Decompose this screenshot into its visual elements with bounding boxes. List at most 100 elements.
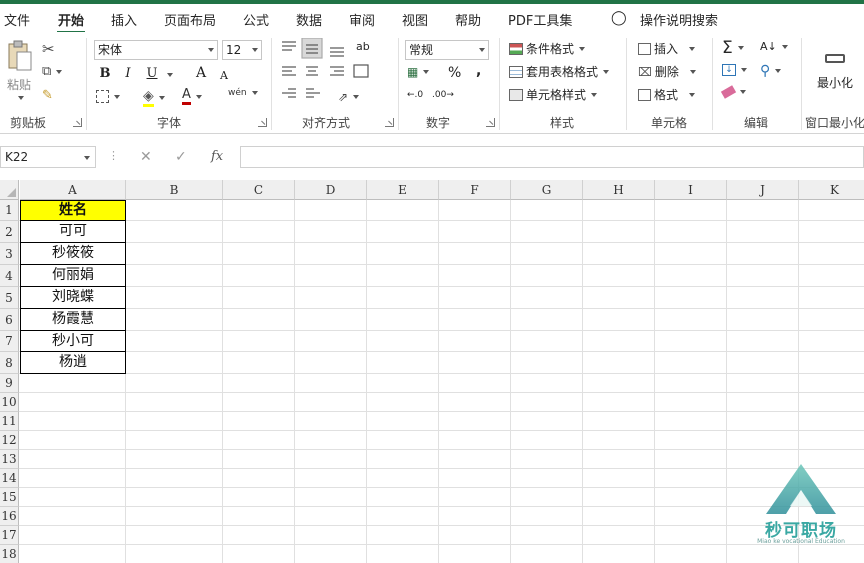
underline-dropdown-caret[interactable] <box>167 73 173 77</box>
alignment-launcher-icon[interactable] <box>385 118 394 127</box>
row-header-10[interactable]: 10 <box>0 393 19 412</box>
clipboard-launcher-icon[interactable] <box>73 118 82 127</box>
cell-a1-header[interactable]: 姓名 <box>20 200 126 221</box>
column-header-b[interactable]: B <box>126 180 223 200</box>
clear-button[interactable] <box>720 85 746 99</box>
tab-home[interactable]: 开始 <box>58 10 84 29</box>
comma-button[interactable]: , <box>476 63 481 79</box>
tab-pdf-tools[interactable]: PDF工具集 <box>508 10 572 29</box>
insert-cells-button[interactable]: 插入 <box>638 40 696 57</box>
number-launcher-icon[interactable] <box>486 118 495 127</box>
font-color-button[interactable]: A <box>182 88 202 105</box>
percent-button[interactable]: % <box>448 65 461 81</box>
row-header-4[interactable]: 4 <box>0 265 19 287</box>
number-format-select[interactable]: 常规 <box>405 40 489 60</box>
cell-styles-button[interactable]: 单元格样式 <box>509 86 598 103</box>
gridline <box>19 392 864 393</box>
column-header-k[interactable]: K <box>799 180 864 200</box>
row-header-5[interactable]: 5 <box>0 287 19 309</box>
column-header-j[interactable]: J <box>727 180 799 200</box>
tab-help[interactable]: 帮助 <box>455 10 481 29</box>
column-header-e[interactable]: E <box>367 180 439 200</box>
format-painter-button[interactable]: ✎ <box>42 88 53 103</box>
tab-page-layout[interactable]: 页面布局 <box>164 10 216 29</box>
fill-button[interactable]: ↓ <box>722 64 747 76</box>
font-size-select[interactable]: 12 <box>222 40 262 60</box>
name-cell[interactable]: 杨逍 <box>20 352 126 374</box>
row-header-9[interactable]: 9 <box>0 374 19 393</box>
name-box[interactable]: K22 <box>0 146 96 168</box>
wrap-text-button[interactable]: ab <box>356 40 370 53</box>
row-header-17[interactable]: 17 <box>0 526 19 545</box>
underline-button[interactable]: U <box>143 65 161 83</box>
eraser-icon <box>720 85 737 99</box>
tell-me-search[interactable]: 操作说明搜索 <box>640 10 718 29</box>
column-header-a[interactable]: A <box>20 180 126 200</box>
enter-icon[interactable]: ✓ <box>175 149 187 165</box>
row-header-16[interactable]: 16 <box>0 507 19 526</box>
insert-function-button[interactable]: fx <box>211 149 223 164</box>
cut-button[interactable]: ✂ <box>42 40 55 58</box>
row-header-12[interactable]: 12 <box>0 431 19 450</box>
phonetic-button[interactable]: wén <box>228 88 258 98</box>
column-header-d[interactable]: D <box>295 180 367 200</box>
sort-filter-button[interactable]: A↓ <box>760 40 788 53</box>
tab-formulas[interactable]: 公式 <box>243 10 269 29</box>
gridline <box>19 242 864 243</box>
fill-color-button[interactable]: ◈ <box>143 88 165 107</box>
tab-data[interactable]: 数据 <box>296 10 322 29</box>
copy-button[interactable]: ⧉ <box>42 64 63 79</box>
paste-button[interactable]: 粘贴 <box>4 38 36 108</box>
row-header-15[interactable]: 15 <box>0 488 19 507</box>
increase-decimal-button[interactable]: ←.0 <box>407 90 423 100</box>
tab-insert[interactable]: 插入 <box>111 10 137 29</box>
find-select-button[interactable]: ⚲ <box>760 63 782 79</box>
row-header-2[interactable]: 2 <box>0 221 19 243</box>
row-header-13[interactable]: 13 <box>0 450 19 469</box>
accounting-format-button[interactable]: ▦ <box>407 65 430 79</box>
row-header-6[interactable]: 6 <box>0 309 19 331</box>
name-cell[interactable]: 秒筱筱 <box>20 243 126 265</box>
divider <box>499 38 500 130</box>
row-header-11[interactable]: 11 <box>0 412 19 431</box>
formula-input[interactable] <box>240 146 864 168</box>
row-header-14[interactable]: 14 <box>0 469 19 488</box>
row-header-7[interactable]: 7 <box>0 331 19 352</box>
row-header-3[interactable]: 3 <box>0 243 19 265</box>
font-name-select[interactable]: 宋体 <box>94 40 218 60</box>
minimize-ribbon-button[interactable]: 最小化 <box>814 52 860 102</box>
font-launcher-icon[interactable] <box>258 118 267 127</box>
name-cell[interactable]: 秒小可 <box>20 331 126 352</box>
name-cell[interactable]: 何丽娟 <box>20 265 126 287</box>
tab-file[interactable]: 文件 <box>4 10 30 29</box>
format-cells-button[interactable]: 格式 <box>638 86 696 103</box>
column-header-h[interactable]: H <box>583 180 655 200</box>
format-as-table-button[interactable]: 套用表格格式 <box>509 63 610 80</box>
row-header-1[interactable]: 1 <box>0 200 19 221</box>
grow-font-button[interactable]: A <box>192 64 210 82</box>
worksheet-grid[interactable]: ABCDEFGHIJK 1 2 3 4 5 6 7 8 9 10 11 12 13 14 15 16 17 18 … <box>0 180 864 563</box>
autosum-button[interactable]: Σ <box>722 38 744 58</box>
italic-button[interactable]: I <box>119 65 137 83</box>
column-header-c[interactable]: C <box>223 180 295 200</box>
decrease-decimal-button[interactable]: .00→ <box>432 90 454 100</box>
conditional-formatting-button[interactable]: 条件格式 <box>509 40 586 57</box>
tab-view[interactable]: 视图 <box>402 10 428 29</box>
row-header-8[interactable]: 8 <box>0 352 19 374</box>
delete-cells-button[interactable]: ⌧ 删除 <box>638 63 696 80</box>
column-header-g[interactable]: G <box>511 180 583 200</box>
select-all-button[interactable] <box>0 180 19 200</box>
cancel-icon[interactable]: ✕ <box>140 149 152 165</box>
column-header-f[interactable]: F <box>439 180 511 200</box>
bold-button[interactable]: B <box>96 65 114 83</box>
name-cell[interactable]: 杨霞慧 <box>20 309 126 331</box>
orientation-button[interactable]: ⇗ <box>338 90 360 104</box>
borders-button[interactable] <box>96 90 120 103</box>
name-cell[interactable]: 刘晓蝶 <box>20 287 126 309</box>
row-header-18[interactable]: 18 <box>0 545 19 563</box>
shrink-font-button[interactable]: A <box>215 67 233 85</box>
column-header-i[interactable]: I <box>655 180 727 200</box>
name-cell[interactable]: 可可 <box>20 221 126 243</box>
tab-review[interactable]: 审阅 <box>349 10 375 29</box>
paste-dropdown-caret[interactable] <box>18 96 24 100</box>
